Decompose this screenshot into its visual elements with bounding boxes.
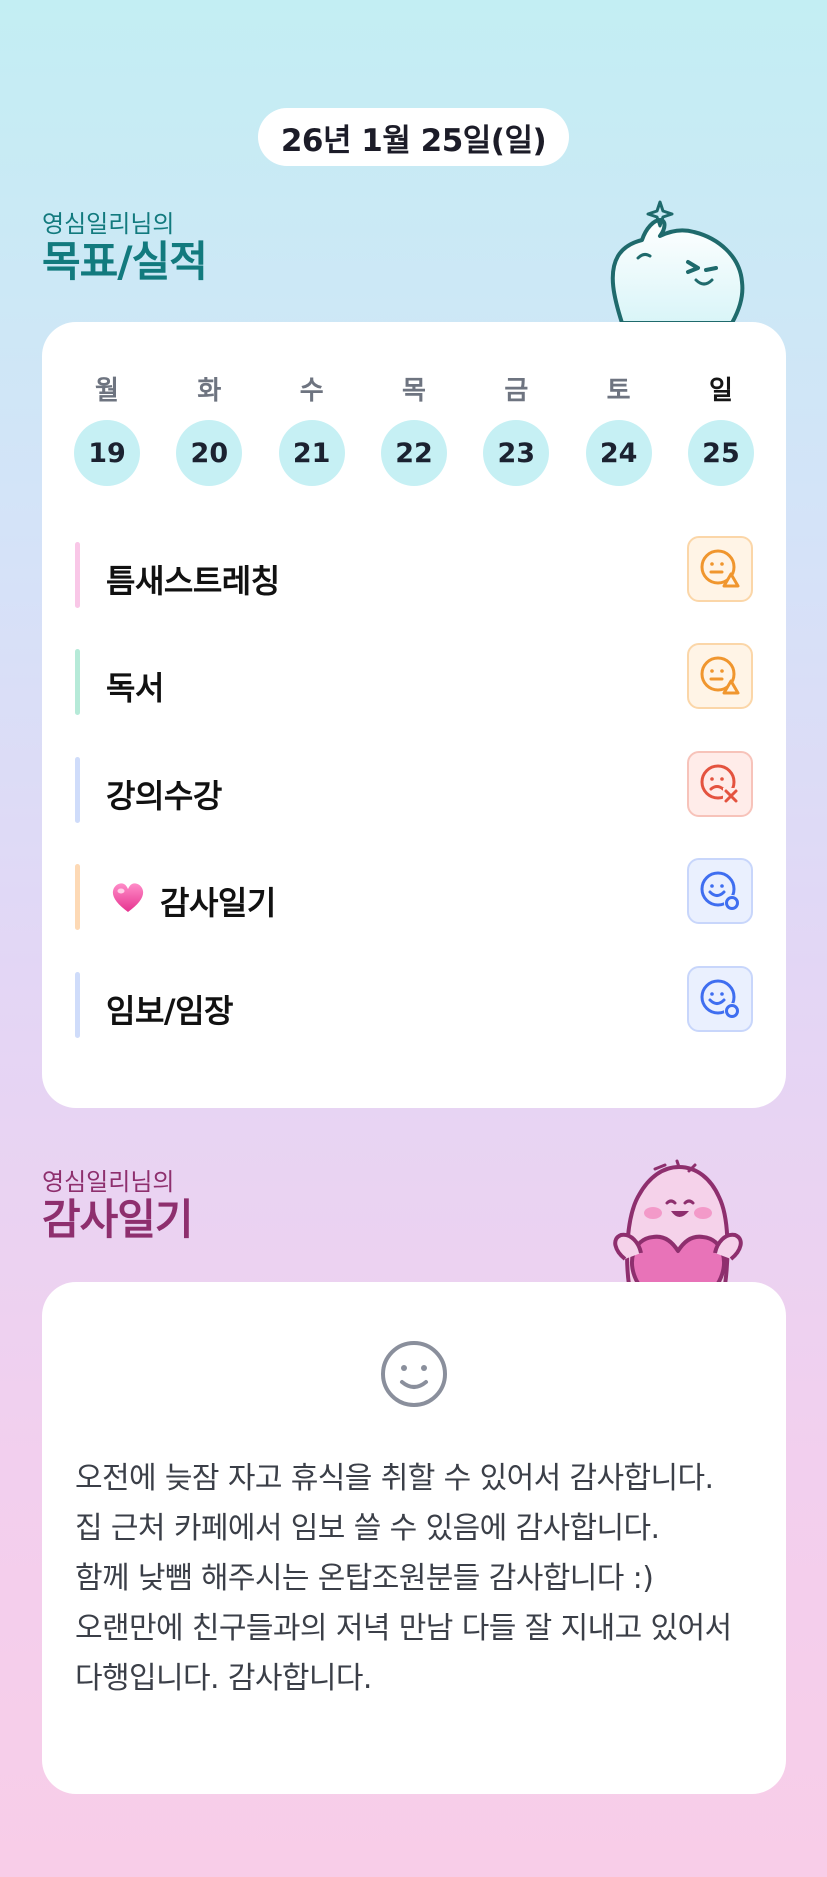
goal-color-bar — [75, 649, 80, 715]
heart-icon — [112, 883, 144, 912]
day-name: 금 — [504, 376, 529, 406]
gratitude-card: 오전에 늦잠 자고 휴식을 취할 수 있어서 감사합니다. 집 근처 카페에서 … — [42, 1282, 786, 1794]
goal-label: 임보/임장 — [106, 992, 233, 1030]
day-tuesday[interactable]: 화 20 — [176, 374, 243, 486]
goal-label: 강의수강 — [106, 777, 222, 815]
goals-heading: 영심일리님의 목표/실적 — [42, 210, 208, 286]
week-strip: 월 19 화 20 수 21 목 22 금 23 토 24 일 25 — [74, 374, 754, 486]
goal-row-stretching[interactable]: 틈새스트레칭 — [75, 536, 753, 608]
day-monday[interactable]: 월 19 — [74, 374, 140, 486]
goal-row-imbo[interactable]: 임보/임장 — [75, 966, 753, 1038]
day-date-circle: 19 — [74, 420, 140, 486]
status-done-button[interactable] — [687, 858, 753, 924]
day-date-circle: 20 — [176, 420, 243, 486]
frown-x-icon — [700, 764, 739, 804]
day-friday[interactable]: 금 23 — [483, 374, 550, 486]
gratitude-entry-text: 오전에 늦잠 자고 휴식을 취할 수 있어서 감사합니다. 집 근처 카페에서 … — [75, 1461, 732, 1696]
goal-label: 감사일기 — [160, 884, 276, 922]
day-date-circle: 24 — [585, 420, 652, 486]
smile-circle-icon — [700, 979, 740, 1019]
goal-color-bar — [75, 864, 80, 930]
status-done-button[interactable] — [687, 966, 753, 1032]
goal-color-bar — [75, 542, 80, 608]
day-date-circle: 22 — [380, 420, 447, 486]
gratitude-heading: 영심일리님의 감사일기 — [42, 1168, 194, 1244]
smile-triangle-icon — [700, 656, 740, 695]
goal-row-reading[interactable]: 독서 — [75, 643, 753, 715]
status-partial-button[interactable] — [687, 536, 753, 602]
gratitude-title: 감사일기 — [42, 1195, 194, 1244]
date-pill[interactable]: 26년 1월 25일(일) — [258, 108, 569, 166]
day-name: 월 — [95, 376, 119, 406]
blob-heart-character-icon — [613, 1159, 743, 1285]
day-name: 화 — [197, 376, 222, 406]
date-label: 26년 1월 25일(일) — [280, 122, 547, 159]
goals-title: 목표/실적 — [42, 237, 208, 286]
goals-owner-label: 영심일리님의 — [42, 210, 175, 238]
ghost-character-icon — [610, 200, 745, 325]
day-thursday[interactable]: 목 22 — [380, 374, 447, 486]
gratitude-owner-label: 영심일리님의 — [42, 1168, 175, 1196]
goal-label: 독서 — [106, 669, 164, 707]
day-saturday[interactable]: 토 24 — [585, 374, 652, 486]
goal-color-bar — [75, 972, 80, 1038]
day-date-circle: 25 — [687, 420, 754, 486]
day-name: 수 — [299, 376, 324, 406]
day-date-circle: 21 — [278, 420, 345, 486]
smile-circle-icon — [700, 871, 740, 911]
goal-color-bar — [75, 757, 80, 823]
day-date-circle: 23 — [483, 420, 550, 486]
day-name: 토 — [606, 376, 631, 406]
day-name: 일 — [709, 376, 733, 406]
day-sunday-selected[interactable]: 일 25 — [687, 374, 754, 486]
status-partial-button[interactable] — [687, 643, 753, 709]
smile-triangle-icon — [700, 549, 740, 588]
day-name: 목 — [402, 376, 426, 406]
smile-face-icon[interactable] — [378, 1338, 450, 1410]
goal-row-lecture[interactable]: 강의수강 — [75, 751, 753, 823]
status-fail-button[interactable] — [687, 751, 753, 817]
goals-card: 월 19 화 20 수 21 목 22 금 23 토 24 일 25 틈새스트레… — [42, 322, 786, 1108]
goal-label: 틈새스트레칭 — [106, 562, 280, 600]
goal-row-gratitude[interactable]: 감사일기 — [75, 858, 753, 930]
day-wednesday[interactable]: 수 21 — [278, 374, 345, 486]
